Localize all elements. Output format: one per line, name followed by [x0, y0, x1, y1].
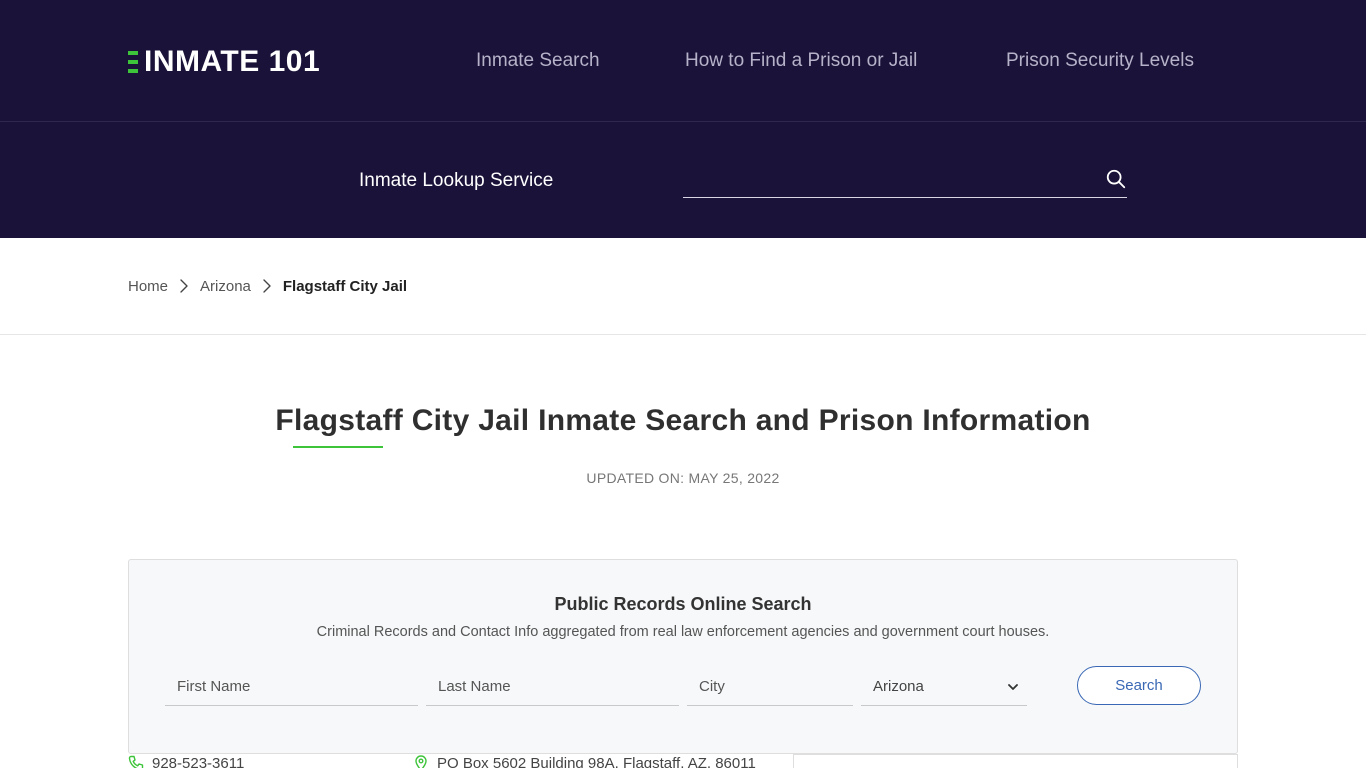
site-logo[interactable]: INMATE 101 [128, 44, 320, 80]
map-pin-icon [415, 755, 427, 768]
address-contact: PO Box 5602 Building 98A, Flagstaff, AZ,… [413, 754, 756, 768]
logo-bars-icon [128, 51, 138, 73]
updated-date: UPDATED ON: MAY 25, 2022 [586, 470, 780, 486]
nav-find-prison-or-jail[interactable]: How to Find a Prison or Jail [685, 48, 917, 74]
lookup-search-input[interactable] [683, 162, 1083, 196]
last-name-input[interactable] [426, 668, 679, 706]
map-panel [793, 754, 1238, 768]
page-title: Flagstaff City Jail Inmate Search and Pr… [275, 404, 1091, 437]
phone-icon [128, 755, 144, 768]
chevron-down-icon [1008, 683, 1018, 690]
top-navigation: INMATE 101 Inmate Search How to Find a P… [0, 0, 1366, 122]
breadcrumb-current: Flagstaff City Jail [282, 277, 408, 295]
title-accent-underline [293, 446, 383, 448]
lookup-search-box [683, 162, 1127, 198]
breadcrumb: Home Arizona Flagstaff City Jail [128, 276, 407, 296]
logo-text: INMATE 101 [144, 45, 321, 78]
state-select[interactable]: Arizona [861, 668, 1027, 706]
chevron-right-icon [263, 279, 271, 293]
chevron-right-icon [180, 279, 188, 293]
breadcrumb-arizona[interactable]: Arizona [200, 278, 251, 295]
header: INMATE 101 Inmate Search How to Find a P… [0, 0, 1366, 238]
lookup-service-label: Inmate Lookup Service [359, 170, 554, 191]
first-name-input[interactable] [165, 668, 418, 706]
phone-contact: 928-523-3611 [128, 754, 244, 768]
search-icon[interactable] [1105, 168, 1127, 190]
divider [0, 334, 1366, 335]
search-card-subtitle: Criminal Records and Contact Info aggreg… [316, 624, 1050, 640]
public-records-search-card: Public Records Online Search Criminal Re… [128, 559, 1238, 754]
nav-inmate-search[interactable]: Inmate Search [476, 48, 600, 74]
address-text: PO Box 5602 Building 98A, Flagstaff, AZ,… [437, 755, 756, 768]
city-input[interactable] [687, 668, 853, 706]
search-card-title: Public Records Online Search [554, 594, 812, 614]
search-button[interactable]: Search [1077, 666, 1201, 705]
contact-info: 928-523-3611 PO Box 5602 Building 98A, F… [0, 754, 1366, 768]
phone-number[interactable]: 928-523-3611 [152, 754, 244, 768]
state-selected-value: Arizona [873, 678, 924, 695]
nav-prison-security-levels[interactable]: Prison Security Levels [1006, 48, 1194, 74]
breadcrumb-home[interactable]: Home [128, 278, 168, 295]
